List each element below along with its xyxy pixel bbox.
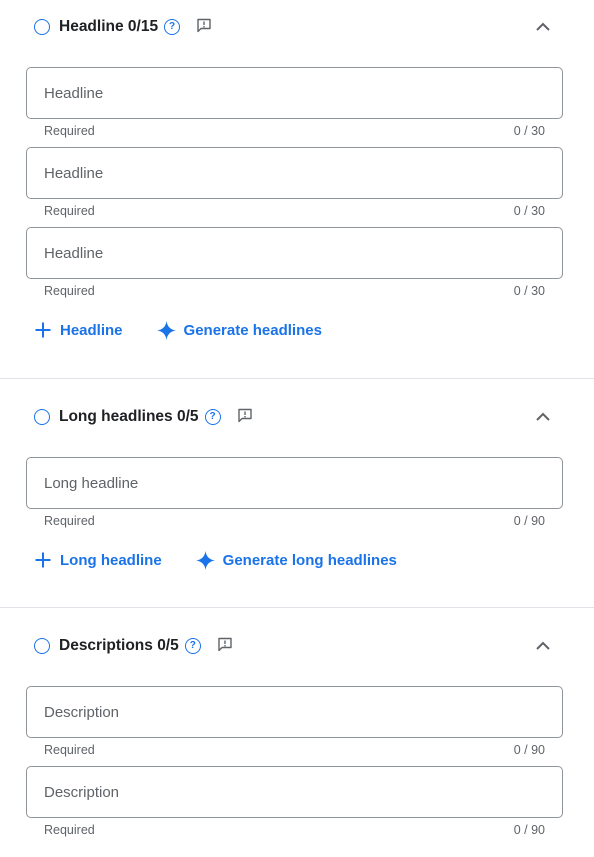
headline-input-2[interactable]: Headline — [26, 147, 563, 199]
char-counter: 0 / 90 — [513, 743, 545, 757]
add-long-headline-label: Long headline — [60, 551, 162, 569]
headline-status-radio-icon[interactable] — [34, 19, 50, 35]
required-label: Required — [44, 124, 95, 138]
descriptions-section: Descriptions 0/5 ? Description Required … — [0, 608, 594, 857]
long-headline-input-1[interactable]: Long headline — [26, 457, 563, 509]
long-headlines-section-title: Long headlines 0/5 — [59, 408, 199, 425]
add-headline-label: Headline — [60, 321, 123, 339]
char-counter: 0 / 90 — [513, 514, 545, 528]
descriptions-status-radio-icon[interactable] — [34, 638, 50, 654]
char-counter: 0 / 30 — [513, 124, 545, 138]
descriptions-section-title: Descriptions 0/5 — [59, 637, 179, 654]
required-label: Required — [44, 823, 95, 837]
description-input-1[interactable]: Description — [26, 686, 563, 738]
generate-long-headlines-button[interactable]: Generate long headlines — [195, 550, 397, 570]
headline-section-title: Headline 0/15 — [59, 18, 159, 35]
description-input-2[interactable]: Description — [26, 766, 563, 818]
headline-input-3[interactable]: Headline — [26, 227, 563, 279]
required-label: Required — [44, 514, 95, 528]
generate-headlines-label: Generate headlines — [183, 321, 322, 339]
add-long-headline-button[interactable]: Long headline — [34, 551, 162, 569]
description-input-1-hint: Required 0 / 90 — [44, 743, 545, 757]
feedback-icon[interactable] — [237, 407, 253, 423]
headline-section-header: Headline 0/15 ? — [34, 15, 594, 39]
headline-input-3-hint: Required 0 / 30 — [44, 284, 545, 298]
help-icon[interactable]: ? — [164, 19, 181, 35]
help-icon[interactable]: ? — [184, 638, 201, 654]
help-icon[interactable]: ? — [204, 409, 221, 425]
long-headlines-status-radio-icon[interactable] — [34, 409, 50, 425]
sparkle-icon — [195, 550, 215, 570]
long-headlines-section: Long headlines 0/5 ? Long headline Requi… — [0, 379, 594, 608]
char-counter: 0 / 30 — [513, 204, 545, 218]
descriptions-section-header: Descriptions 0/5 ? — [34, 634, 594, 658]
required-label: Required — [44, 743, 95, 757]
long-headline-input-1-hint: Required 0 / 90 — [44, 514, 545, 528]
headline-actions: Headline Generate headlines — [34, 318, 322, 342]
headline-input-1-hint: Required 0 / 30 — [44, 124, 545, 138]
add-headline-button[interactable]: Headline — [34, 321, 123, 339]
plus-icon — [35, 552, 51, 568]
chevron-up-icon[interactable] — [534, 408, 552, 426]
char-counter: 0 / 90 — [513, 823, 545, 837]
generate-long-headlines-label: Generate long headlines — [222, 551, 397, 569]
chevron-up-icon[interactable] — [534, 637, 552, 655]
generate-headlines-button[interactable]: Generate headlines — [156, 320, 322, 340]
sparkle-icon — [156, 320, 176, 340]
required-label: Required — [44, 204, 95, 218]
required-label: Required — [44, 284, 95, 298]
headline-input-1[interactable]: Headline — [26, 67, 563, 119]
long-headlines-section-header: Long headlines 0/5 ? — [34, 405, 594, 429]
headline-section: Headline 0/15 ? Headline Required 0 / 30… — [0, 0, 594, 379]
description-input-2-hint: Required 0 / 90 — [44, 823, 545, 837]
headline-input-2-hint: Required 0 / 30 — [44, 204, 545, 218]
chevron-up-icon[interactable] — [534, 18, 552, 36]
char-counter: 0 / 30 — [513, 284, 545, 298]
feedback-icon[interactable] — [217, 636, 233, 652]
feedback-icon[interactable] — [196, 17, 212, 33]
long-headlines-actions: Long headline Generate long headlines — [34, 548, 397, 572]
plus-icon — [35, 322, 51, 338]
